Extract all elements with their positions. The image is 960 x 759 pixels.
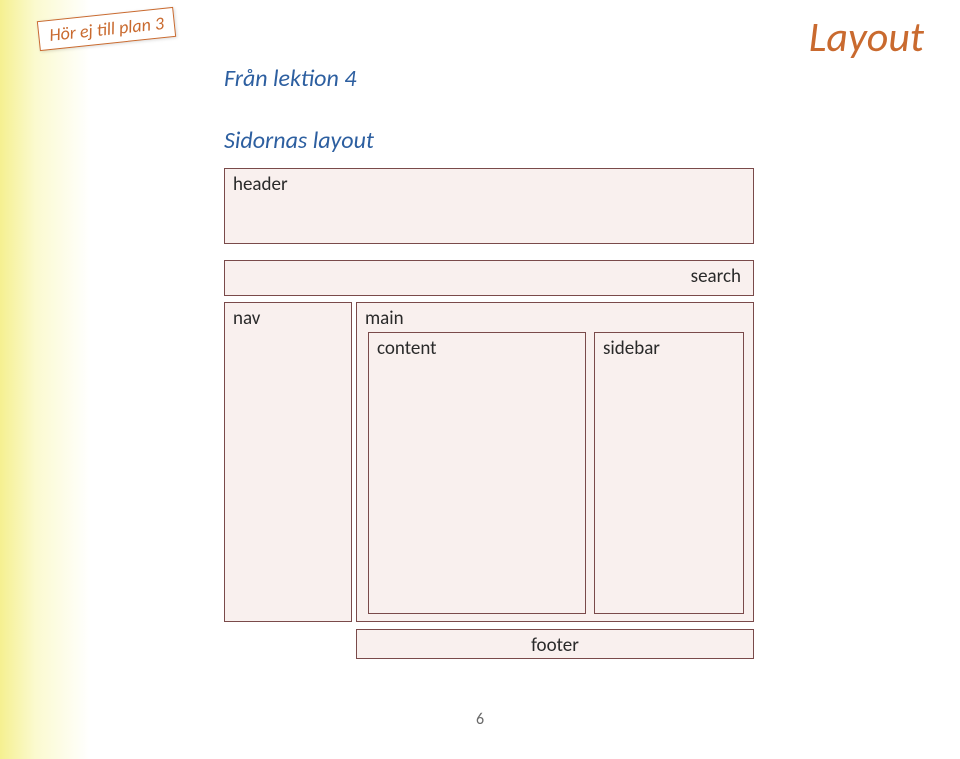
nav-box: nav (224, 302, 352, 622)
search-box: search (224, 260, 754, 296)
sidebar-box: sidebar (594, 332, 744, 614)
slide-gradient (0, 0, 90, 759)
content-box: content (368, 332, 586, 614)
slide-title: Layout (809, 12, 924, 63)
footer-box: footer (356, 629, 754, 659)
page-number: 6 (476, 710, 484, 729)
header-box: header (224, 168, 754, 244)
subtitle-source: Från lektion 4 (224, 64, 356, 93)
subtitle-section: Sidornas layout (224, 126, 374, 155)
